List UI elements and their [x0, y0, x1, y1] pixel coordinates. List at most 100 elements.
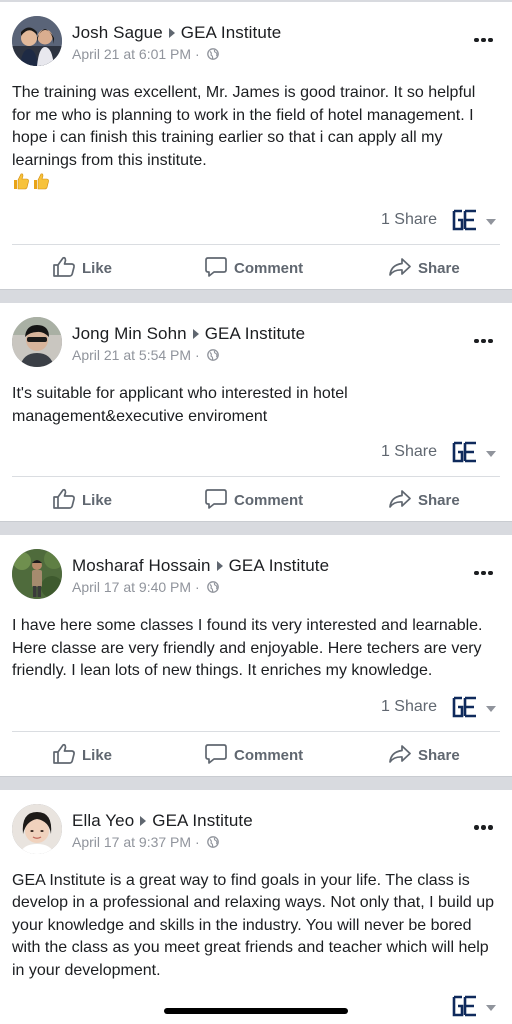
- emoji-row: [12, 172, 498, 196]
- post-separator: [0, 289, 512, 303]
- comment-label: Comment: [234, 492, 304, 509]
- posted-to-arrow-icon: [216, 561, 223, 572]
- like-label: Like: [82, 492, 113, 509]
- post-separator: [0, 521, 512, 535]
- share-label: Share: [418, 260, 460, 277]
- comment-icon: [205, 743, 227, 764]
- like-label: Like: [82, 260, 113, 277]
- comment-button[interactable]: Comment: [204, 256, 303, 278]
- post-card: Mosharaf Hossain GEA Institute April 17 a…: [0, 535, 512, 776]
- more-options-icon[interactable]: [474, 330, 496, 343]
- author-name[interactable]: Josh Sague: [72, 23, 163, 42]
- post-timestamp[interactable]: April 17 at 9:37 PM: [72, 834, 191, 850]
- caret-down-icon[interactable]: [486, 219, 496, 225]
- share-icon: [389, 490, 411, 508]
- share-summary-row: 1 Share: [0, 196, 512, 244]
- comment-icon: [205, 257, 227, 277]
- post-card: Ella Yeo GEA Institute April 17 at 9:37 P…: [0, 789, 512, 1024]
- post-timestamp[interactable]: April 21 at 6:01 PM: [72, 46, 191, 62]
- target-page-name[interactable]: GEA Institute: [229, 556, 330, 575]
- share-count[interactable]: 1 Share: [381, 443, 437, 461]
- like-button[interactable]: Like: [52, 256, 112, 278]
- comment-label: Comment: [234, 746, 304, 764]
- like-icon: [53, 256, 75, 277]
- target-page-name[interactable]: GEA Institute: [205, 324, 306, 343]
- meta-separator: ·: [191, 579, 204, 595]
- share-count[interactable]: 1 Share: [381, 698, 437, 716]
- meta-separator: ·: [191, 347, 204, 363]
- like-icon: [53, 488, 75, 509]
- post-text: GEA Institute is a great way to find goa…: [0, 860, 512, 983]
- posted-to-arrow-icon: [140, 815, 147, 826]
- post-body-text: It's suitable for applicant who interest…: [12, 385, 348, 425]
- avatar[interactable]: [12, 317, 62, 367]
- share-button[interactable]: Share: [388, 256, 460, 278]
- target-page-name[interactable]: GEA Institute: [181, 23, 282, 42]
- globe-icon: [206, 835, 219, 848]
- avatar[interactable]: [12, 803, 62, 854]
- action-bar: Like Comment Share: [0, 245, 512, 289]
- share-icon: [389, 258, 411, 276]
- share-count[interactable]: 1 Share: [381, 211, 437, 229]
- comment-button[interactable]: Comment: [204, 488, 303, 510]
- post-author-line: Josh Sague GEA Institute: [72, 23, 281, 43]
- avatar[interactable]: [12, 549, 62, 599]
- page-logo-icon[interactable]: [452, 209, 478, 231]
- action-bar: Like Comment Share: [0, 732, 512, 776]
- like-label: Like: [82, 746, 113, 764]
- globe-icon: [206, 349, 219, 361]
- post-meta: April 21 at 5:54 PM ·: [72, 347, 219, 363]
- more-options-icon[interactable]: [474, 817, 496, 830]
- thumbs-up-emoji: [34, 173, 49, 190]
- post-timestamp[interactable]: April 21 at 5:54 PM: [72, 347, 191, 363]
- page-logo-icon[interactable]: [452, 995, 478, 1017]
- post-body-text: The training was excellent, Mr. James is…: [12, 84, 476, 169]
- meta-separator: ·: [191, 833, 204, 850]
- share-label: Share: [418, 746, 460, 764]
- posted-to-arrow-icon: [192, 329, 199, 340]
- like-button[interactable]: Like: [52, 743, 112, 765]
- globe-icon: [206, 581, 219, 593]
- post-header: Mosharaf Hossain GEA Institute April 17 a…: [0, 535, 512, 605]
- comment-icon: [205, 489, 227, 509]
- share-summary-row: 1 Share: [0, 428, 512, 476]
- post-header: Ella Yeo GEA Institute April 17 at 9:37 P…: [0, 790, 512, 860]
- like-button[interactable]: Like: [52, 488, 112, 510]
- more-options-icon[interactable]: [474, 562, 496, 575]
- share-icon: [389, 744, 411, 763]
- page-logo-icon[interactable]: [452, 441, 478, 463]
- target-page-name[interactable]: GEA Institute: [152, 811, 253, 830]
- share-label: Share: [418, 492, 460, 509]
- author-name[interactable]: Mosharaf Hossain: [72, 556, 211, 575]
- comment-label: Comment: [234, 260, 304, 277]
- author-name[interactable]: Ella Yeo: [72, 811, 134, 830]
- post-author-line: Jong Min Sohn GEA Institute: [72, 324, 305, 344]
- caret-down-icon[interactable]: [486, 451, 496, 457]
- post-author-line: Mosharaf Hossain GEA Institute: [72, 556, 329, 576]
- caret-down-icon[interactable]: [486, 705, 496, 712]
- share-button[interactable]: Share: [388, 488, 460, 510]
- share-summary-row: 1 Share: [0, 683, 512, 731]
- post-meta: April 17 at 9:40 PM ·: [72, 579, 219, 595]
- more-options-icon[interactable]: [474, 29, 496, 42]
- action-bar: Like Comment Share: [0, 477, 512, 521]
- news-feed: Josh Sague GEA Institute April 21 at 6:01…: [0, 0, 512, 1024]
- post-header: Jong Min Sohn GEA Institute April 21 at 5…: [0, 303, 512, 373]
- avatar[interactable]: [12, 16, 62, 66]
- caret-down-icon[interactable]: [486, 1005, 496, 1011]
- author-name[interactable]: Jong Min Sohn: [72, 324, 187, 343]
- post-header: Josh Sague GEA Institute April 21 at 6:01…: [0, 2, 512, 72]
- post-timestamp[interactable]: April 17 at 9:40 PM: [72, 579, 191, 595]
- meta-separator: ·: [191, 46, 204, 62]
- thumbs-up-emoji: [14, 173, 29, 190]
- comment-button[interactable]: Comment: [204, 743, 303, 765]
- home-indicator[interactable]: [164, 1008, 348, 1014]
- post-text: It's suitable for applicant who interest…: [0, 373, 512, 428]
- post-text: The training was excellent, Mr. James is…: [0, 72, 512, 196]
- post-separator: [0, 775, 512, 790]
- posted-to-arrow-icon: [168, 28, 175, 39]
- post-meta: April 21 at 6:01 PM ·: [72, 46, 219, 62]
- page-logo-icon[interactable]: [452, 696, 478, 718]
- post-card: Jong Min Sohn GEA Institute April 21 at 5…: [0, 303, 512, 521]
- share-button[interactable]: Share: [388, 743, 460, 765]
